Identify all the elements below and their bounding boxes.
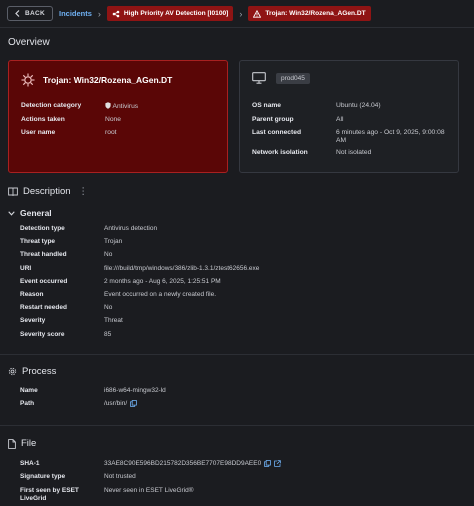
chevron-down-icon xyxy=(8,210,15,216)
row-value: Antivirus detection xyxy=(104,225,158,232)
breadcrumb-incidents-link[interactable]: Incidents xyxy=(59,9,92,18)
process-header: Process xyxy=(8,366,56,377)
field-label: Detection category xyxy=(21,102,82,109)
divider xyxy=(0,425,474,426)
more-options-icon[interactable]: ⋮ xyxy=(79,186,89,197)
row-label: Severity xyxy=(20,317,46,325)
copy-icon[interactable] xyxy=(264,460,272,467)
field-value: Antivirus xyxy=(105,102,138,110)
row-label: SHA-1 xyxy=(20,460,40,467)
row-value: 85 xyxy=(104,330,112,338)
file-icon xyxy=(8,438,16,449)
breadcrumb-threat[interactable]: Trojan: Win32/Rozena_AGen.DT xyxy=(248,6,371,21)
breadcrumb: BACK Incidents › High Priority AV Detect… xyxy=(0,0,474,28)
gear-icon xyxy=(8,367,17,376)
row-label: Restart needed xyxy=(20,304,67,312)
process-title: Process xyxy=(22,366,57,377)
row-value: Event occurred on a newly created file. xyxy=(104,291,217,298)
row-label: Severity score xyxy=(20,330,65,338)
row-label: Detection type xyxy=(20,225,65,232)
shield-icon xyxy=(105,102,111,109)
row-label: Signature type xyxy=(20,473,66,480)
chevron-left-icon xyxy=(15,10,20,17)
row-label: Reason xyxy=(20,291,44,298)
virus-icon xyxy=(21,73,35,87)
incident-graph-icon xyxy=(112,10,120,17)
field-label: Parent group xyxy=(252,116,294,123)
row-label: Threat type xyxy=(20,238,56,246)
row-value: Trojan xyxy=(104,238,123,246)
row-value: Not trusted xyxy=(104,473,136,480)
breadcrumb-detection[interactable]: High Priority AV Detection [I0100] xyxy=(106,6,234,21)
field-label: Network isolation xyxy=(252,149,308,156)
field-label: Actions taken xyxy=(21,116,65,123)
chevron-right-icon: › xyxy=(239,8,243,19)
field-value: root xyxy=(105,129,117,136)
row-label: First seen by ESET xyxy=(20,487,79,494)
row-value: Never seen in ESET LiveGrid® xyxy=(104,487,194,494)
row-value: i686-w64-mingw32-ld xyxy=(104,387,166,394)
row-value: No xyxy=(104,304,113,312)
field-value-continued: AM xyxy=(336,137,347,144)
external-link-icon[interactable] xyxy=(274,460,282,467)
monitor-icon xyxy=(252,72,266,84)
field-label: Last connected xyxy=(252,129,302,136)
bug-icon xyxy=(253,9,262,18)
field-label: User name xyxy=(21,129,56,136)
row-label: Path xyxy=(20,400,35,407)
field-value: 6 minutes ago - Oct 9, 2025, 9:00:08 xyxy=(336,129,445,136)
row-value: No xyxy=(104,251,113,259)
general-header[interactable]: General xyxy=(8,208,52,218)
file-header: File xyxy=(8,438,36,449)
page-title: Overview xyxy=(8,37,50,48)
book-icon xyxy=(8,187,18,196)
back-label: BACK xyxy=(25,10,45,17)
row-value: 2 months ago - Aug 6, 2025, 1:25:51 PM xyxy=(104,277,221,285)
field-value: Not isolated xyxy=(336,149,372,156)
general-title: General xyxy=(20,208,52,218)
file-title: File xyxy=(21,438,37,449)
row-label: Name xyxy=(20,387,38,394)
row-label: Threat handled xyxy=(20,251,67,259)
copy-icon[interactable] xyxy=(130,400,137,407)
parent-group-link[interactable]: All xyxy=(336,116,343,123)
row-label: URI xyxy=(20,264,32,272)
description-title: Description xyxy=(23,186,71,197)
row-value: Threat xyxy=(104,317,123,325)
device-hostname-link[interactable]: prod045 xyxy=(276,72,310,84)
device-card: prod045 OS name Ubuntu (24.04) Parent gr… xyxy=(239,60,459,173)
threat-title: Trojan: Win32/Rozena_AGen.DT xyxy=(43,75,173,85)
back-button[interactable]: BACK xyxy=(7,6,53,21)
row-label-continued: LiveGrid xyxy=(20,495,47,502)
divider xyxy=(0,354,474,355)
row-value: 33AE8C90E596BD215782D356BE7707E98DD9AEE0 xyxy=(104,460,282,467)
field-label: OS name xyxy=(252,102,281,109)
chevron-right-icon: › xyxy=(97,8,101,19)
detection-label: High Priority AV Detection [I0100] xyxy=(123,10,229,17)
row-label: Event occurred xyxy=(20,277,68,285)
threat-card: Trojan: Win32/Rozena_AGen.DT Detection c… xyxy=(8,60,228,173)
threat-label: Trojan: Win32/Rozena_AGen.DT xyxy=(265,10,366,17)
field-value: None xyxy=(105,116,121,123)
description-header: Description ⋮ xyxy=(8,186,88,197)
field-value: Ubuntu (24.04) xyxy=(336,102,381,109)
row-value: file:///build/tmp/windows/386/zlib-1.3.1… xyxy=(104,264,260,272)
row-value: /usr/bin/ xyxy=(104,400,137,407)
